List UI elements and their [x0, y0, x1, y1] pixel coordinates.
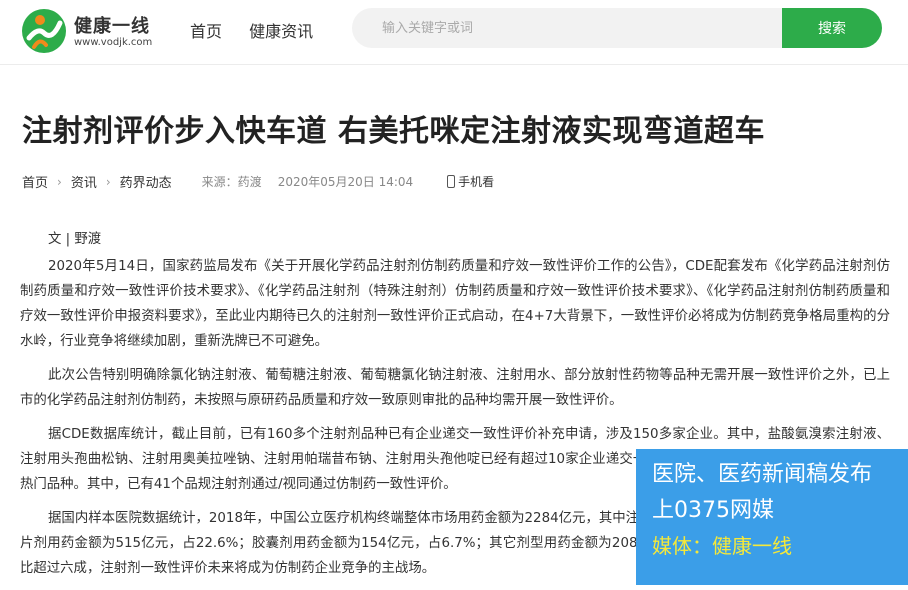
article-meta: 首页 › 资讯 › 药界动态 来源：药渡 2020年05月20日 14:04 手… — [22, 172, 494, 192]
chevron-right-icon: › — [57, 174, 62, 189]
nav-home[interactable]: 首页 — [190, 22, 222, 41]
article-paragraph: 此次公告特别明确除氯化钠注射液、葡萄糖注射液、葡萄糖氯化钠注射液、注射用水、部分… — [20, 368, 890, 408]
breadcrumb-home[interactable]: 首页 — [22, 172, 48, 191]
breadcrumb-industry[interactable]: 药界动态 — [120, 172, 172, 191]
main-nav: 首页 健康资讯 — [190, 18, 335, 42]
article-paragraph: 2020年5月14日，国家药监局发布《关于开展化学药品注射剂仿制药质量和疗效一致… — [20, 259, 890, 349]
chevron-right-icon: › — [105, 174, 111, 189]
ad-line-2: 上0375网媒 — [652, 498, 774, 523]
nav-health-news[interactable]: 健康资讯 — [249, 22, 313, 41]
phone-icon — [447, 175, 456, 188]
search-button[interactable]: 搜索 — [782, 8, 882, 48]
site-header: 健康一线 www.vodjk.com 首页 健康资讯 搜索 — [0, 0, 908, 65]
logo-icon — [22, 9, 66, 53]
mobile-view-link[interactable]: 手机看 — [447, 173, 494, 190]
ad-line-1: 医院、医药新闻稿发布 — [652, 462, 873, 487]
ad-line-3: 媒体：健康一线 — [652, 534, 792, 558]
search-input[interactable] — [352, 8, 782, 48]
breadcrumb-news[interactable]: 资讯 — [71, 172, 97, 191]
article-source: 来源：药渡 — [201, 175, 262, 189]
article-title: 注射剂评价步入快车道 右美托咪定注射液实现弯道超车 — [22, 114, 765, 149]
mobile-view-label: 手机看 — [458, 175, 495, 189]
site-logo[interactable]: 健康一线 www.vodjk.com — [20, 7, 160, 55]
article-author: 文 | 野渡 — [48, 232, 102, 247]
ad-banner[interactable]: 医院、医药新闻稿发布 上0375网媒 媒体：健康一线 — [636, 449, 908, 585]
article-date: 2020年05月20日 14:04 — [277, 175, 414, 189]
logo-url: www.vodjk.com — [74, 37, 153, 48]
logo-name: 健康一线 — [74, 16, 150, 37]
